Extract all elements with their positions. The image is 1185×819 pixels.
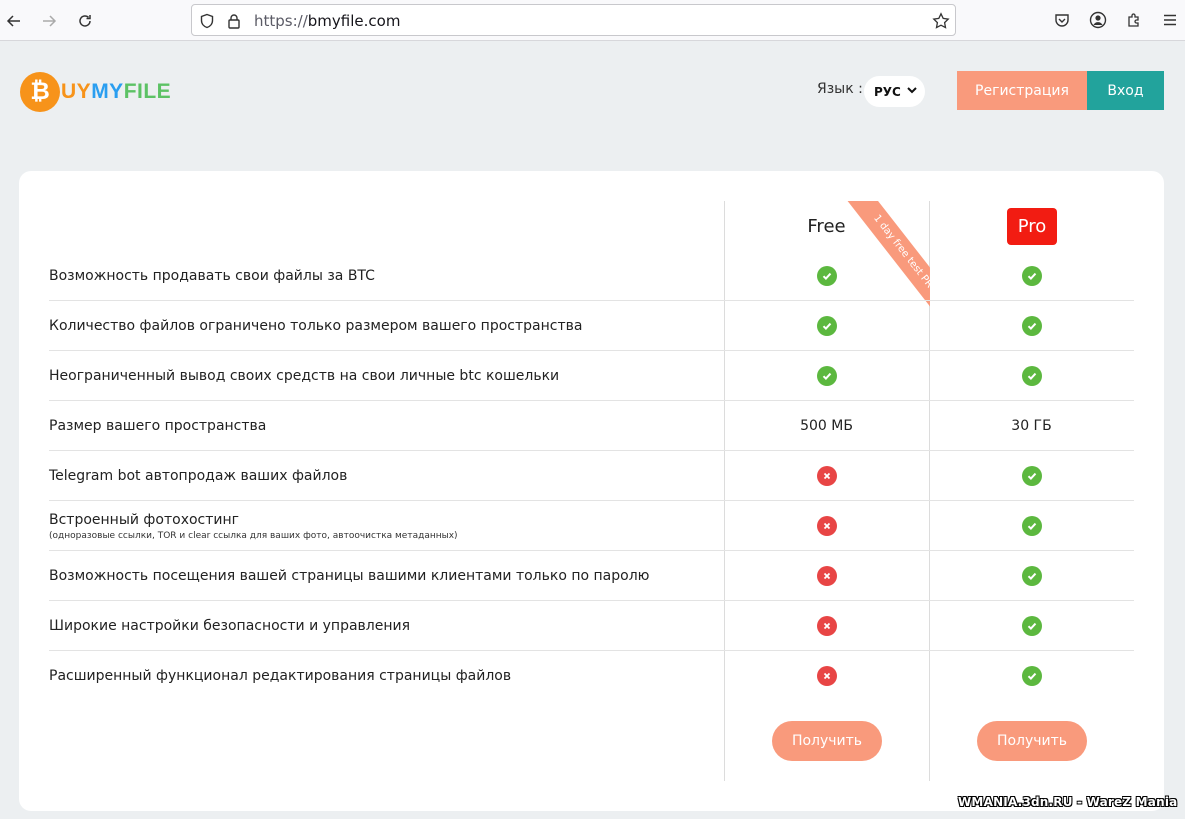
free-cell [724,651,929,701]
language-label: Язык : [817,81,863,97]
bookmark-star-icon[interactable] [932,12,950,30]
feature-label-text: Широкие настройки безопасности и управле… [49,618,411,634]
account-icon[interactable] [1088,10,1108,30]
bitcoin-coin-icon: ₿ [20,72,60,112]
check-icon [1021,266,1042,286]
logo-text-uy: UY [61,80,92,103]
check-icon [816,366,837,386]
forward-arrow-icon[interactable] [38,10,60,32]
cross-icon [816,466,837,486]
free-cell [724,351,929,401]
url-text[interactable]: https://bmyfile.com [254,12,400,30]
feature-label-text: Неограниченный вывод своих средств на св… [49,368,560,384]
check-icon [1021,516,1042,536]
cross-icon [816,616,837,636]
feature-label: Неограниченный вывод своих средств на св… [49,351,559,401]
feature-label-text: Встроенный фотохостинг [49,511,239,528]
check-icon [1021,566,1042,586]
table-row: Встроенный фотохостинг (одноразовые ссылк… [49,501,1134,551]
logo-text-file: FILE [123,80,172,103]
back-arrow-icon[interactable] [3,10,25,32]
pro-cell [929,551,1134,601]
url-scheme: https:// [254,12,308,30]
feature-label-text: Telegram bot автопродаж ваших файлов [49,468,348,484]
feature-label-text: Возможность посещения вашей страницы ваш… [49,568,650,584]
feature-label: Telegram bot автопродаж ваших файлов [49,451,347,501]
login-button[interactable]: Вход [1087,71,1164,110]
feature-label-text: Размер вашего пространства [49,418,267,434]
cross-icon [816,516,837,536]
table-row: Неограниченный вывод своих средств на св… [49,351,1134,401]
cross-icon [816,666,837,686]
free-cell [724,501,929,551]
pro-cell [929,451,1134,501]
watermark-text: WMANIA.3dn.RU - WareZ Mania [958,795,1178,809]
url-host: bmyfile.com [307,12,401,30]
menu-hamburger-icon[interactable] [1160,10,1180,30]
pro-cell [929,651,1134,701]
check-icon [816,316,837,336]
logo-text: UYMYFILE [61,80,171,104]
chevron-down-icon [905,83,919,100]
site-logo[interactable]: ₿ UYMYFILE [20,71,171,113]
browser-toolbar: https://bmyfile.com [0,0,1185,41]
shield-icon[interactable] [198,12,216,30]
table-row: Размер вашего пространства 500 МБ 30 ГБ [49,401,1134,451]
pro-cell [929,351,1134,401]
feature-sublabel: (одноразовые ссылки, TOR и clear ссылка … [49,530,458,541]
feature-label: Возможность посещения вашей страницы ваш… [49,551,649,601]
free-value: 500 МБ [800,418,853,434]
feature-label-text: Возможность продавать свои файлы за BTC [49,268,375,284]
table-row: Telegram bot автопродаж ваших файлов [49,451,1134,501]
free-cell [724,451,929,501]
check-icon [1021,616,1042,636]
free-cell [724,601,929,651]
language-select[interactable]: РУС [864,76,925,107]
check-icon [1021,466,1042,486]
pocket-icon[interactable] [1052,10,1072,30]
pro-cell [929,601,1134,651]
check-icon [1021,366,1042,386]
logo-text-my: MY [91,80,124,103]
get-pro-button[interactable]: Получить [977,721,1087,761]
check-icon [816,266,837,286]
pro-cell [929,251,1134,301]
feature-label-text: Расширенный функционал редактирования ст… [49,668,512,684]
table-row: Широкие настройки безопасности и управле… [49,601,1134,651]
feature-label: Возможность продавать свои файлы за BTC [49,251,375,301]
get-free-button[interactable]: Получить [772,721,882,761]
feature-label: Широкие настройки безопасности и управле… [49,601,410,651]
pro-cell [929,501,1134,551]
table-row: Расширенный функционал редактирования ст… [49,651,1134,701]
pro-cell [929,301,1134,351]
feature-label: Расширенный функционал редактирования ст… [49,651,511,701]
plan-pro-badge: Pro [1007,208,1057,245]
extensions-icon[interactable] [1124,10,1144,30]
language-value: РУС [874,84,901,99]
feature-label: Количество файлов ограничено только разм… [49,301,582,351]
table-row: Количество файлов ограничено только разм… [49,301,1134,351]
address-bar[interactable]: https://bmyfile.com [191,4,956,36]
feature-label: Размер вашего пространства [49,401,266,451]
pricing-card: Free Pro 1 day free test PRO Возможность… [19,171,1164,811]
reload-icon[interactable] [74,10,96,32]
free-cell [724,551,929,601]
free-cell [724,251,929,301]
feature-label-text: Количество файлов ограничено только разм… [49,318,583,334]
check-icon [1021,316,1042,336]
table-row: Возможность продавать свои файлы за BTC [49,251,1134,301]
check-icon [1021,666,1042,686]
cross-icon [816,566,837,586]
free-cell [724,301,929,351]
lock-icon[interactable] [225,12,243,30]
pro-value: 30 ГБ [1011,418,1052,434]
feature-label: Встроенный фотохостинг (одноразовые ссылк… [49,501,458,551]
register-button[interactable]: Регистрация [957,71,1087,110]
table-row: Возможность посещения вашей страницы ваш… [49,551,1134,601]
